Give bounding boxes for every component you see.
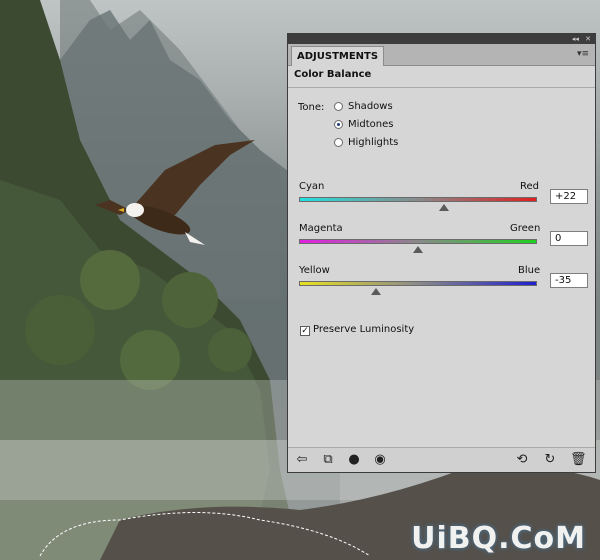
adjustments-panel: ◂◂ ✕ ADJUSTMENTS ▾≡ Color Balance Tone: … (287, 33, 596, 473)
panel-title-strip: ◂◂ ✕ (288, 34, 595, 44)
layer-mask-icon[interactable]: ● (346, 452, 362, 468)
slider-red-label: Red (520, 181, 539, 192)
slider-thumb-magenta-green[interactable] (413, 246, 423, 253)
radio-label: Highlights (348, 137, 399, 148)
radio-label: Shadows (348, 101, 393, 112)
preserve-luminosity-label: Preserve Luminosity (313, 324, 415, 335)
slider-thumb-yellow-blue[interactable] (371, 288, 382, 295)
slider-magenta-label: Magenta (299, 223, 343, 234)
clip-to-layer-icon[interactable]: ⧉ (320, 452, 336, 468)
panel-footer: ⇦ ⧉ ● ◉ ⟲ ↻ 🗑 (288, 447, 595, 472)
slider-yellow-label: Yellow (299, 265, 330, 276)
slider-track-yellow-blue[interactable] (299, 281, 537, 286)
close-icon[interactable]: ✕ (585, 35, 591, 43)
tab-bar: ADJUSTMENTS ▾≡ (288, 44, 595, 66)
back-arrow-icon[interactable]: ⇦ (294, 452, 310, 468)
magenta-green-value-field[interactable]: 0 (550, 231, 588, 246)
preserve-luminosity-checkbox[interactable]: ✓ (300, 326, 310, 336)
reset-icon[interactable]: ↻ (542, 452, 558, 468)
previous-state-icon[interactable]: ⟲ (514, 452, 530, 468)
slider-blue-label: Blue (518, 265, 541, 276)
slider-cyan-label: Cyan (299, 181, 325, 192)
radio-button[interactable] (334, 138, 343, 147)
panel-heading: Color Balance (294, 69, 372, 80)
slider-track-cyan-red[interactable] (299, 197, 537, 202)
cyan-red-value-field[interactable]: +22 (550, 189, 588, 204)
slider-green-label: Green (510, 223, 541, 234)
slider-track-magenta-green[interactable] (299, 239, 537, 244)
radio-button[interactable] (334, 102, 343, 111)
yellow-blue-value-field[interactable]: -35 (550, 273, 588, 288)
radio-label: Midtones (348, 119, 394, 130)
tone-label: Tone: (298, 102, 325, 113)
tab-adjustments[interactable]: ADJUSTMENTS (291, 46, 385, 66)
panel-menu-icon[interactable]: ▾≡ (577, 49, 591, 59)
visibility-eye-icon[interactable]: ◉ (372, 452, 388, 468)
slider-thumb-cyan-red[interactable] (439, 204, 450, 211)
trash-icon[interactable]: 🗑 (570, 452, 587, 468)
collapse-icon[interactable]: ◂◂ (572, 35, 579, 43)
watermark-logo: UiBQ.CoM (411, 521, 586, 556)
divider (288, 87, 595, 88)
radio-button[interactable] (334, 120, 343, 129)
